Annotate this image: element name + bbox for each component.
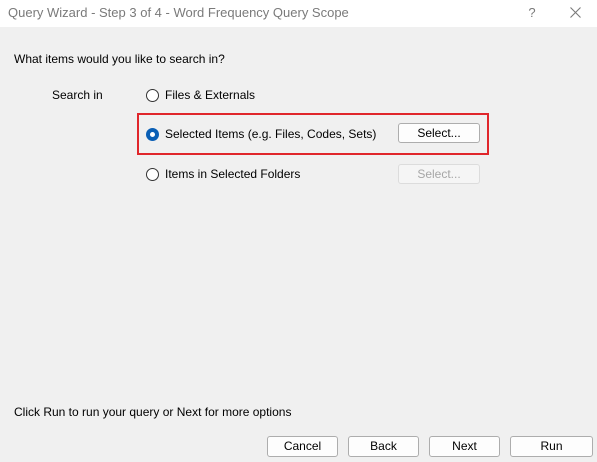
query-wizard-dialog: Query Wizard - Step 3 of 4 - Word Freque… xyxy=(0,0,597,462)
radio-button-selected[interactable] xyxy=(146,128,159,141)
radio-button[interactable] xyxy=(146,89,159,102)
footer-note: Click Run to run your query or Next for … xyxy=(14,405,292,419)
cancel-button[interactable]: Cancel xyxy=(267,436,338,457)
run-button[interactable]: Run xyxy=(510,436,593,457)
radio-label: Selected Items (e.g. Files, Codes, Sets) xyxy=(165,127,377,141)
title-bar: Query Wizard - Step 3 of 4 - Word Freque… xyxy=(0,0,597,27)
select-items-button[interactable]: Select... xyxy=(398,123,480,143)
window-title: Query Wizard - Step 3 of 4 - Word Freque… xyxy=(8,5,349,20)
help-button[interactable]: ? xyxy=(522,2,542,24)
close-button[interactable] xyxy=(560,2,590,24)
close-icon xyxy=(569,7,581,18)
search-in-label: Search in xyxy=(52,88,103,102)
back-button[interactable]: Back xyxy=(348,436,419,457)
radio-label: Files & Externals xyxy=(165,88,256,102)
radio-button[interactable] xyxy=(146,168,159,181)
select-folders-button: Select... xyxy=(398,164,480,184)
radio-label: Items in Selected Folders xyxy=(165,167,301,181)
search-prompt: What items would you like to search in? xyxy=(14,52,225,66)
next-button[interactable]: Next xyxy=(429,436,500,457)
